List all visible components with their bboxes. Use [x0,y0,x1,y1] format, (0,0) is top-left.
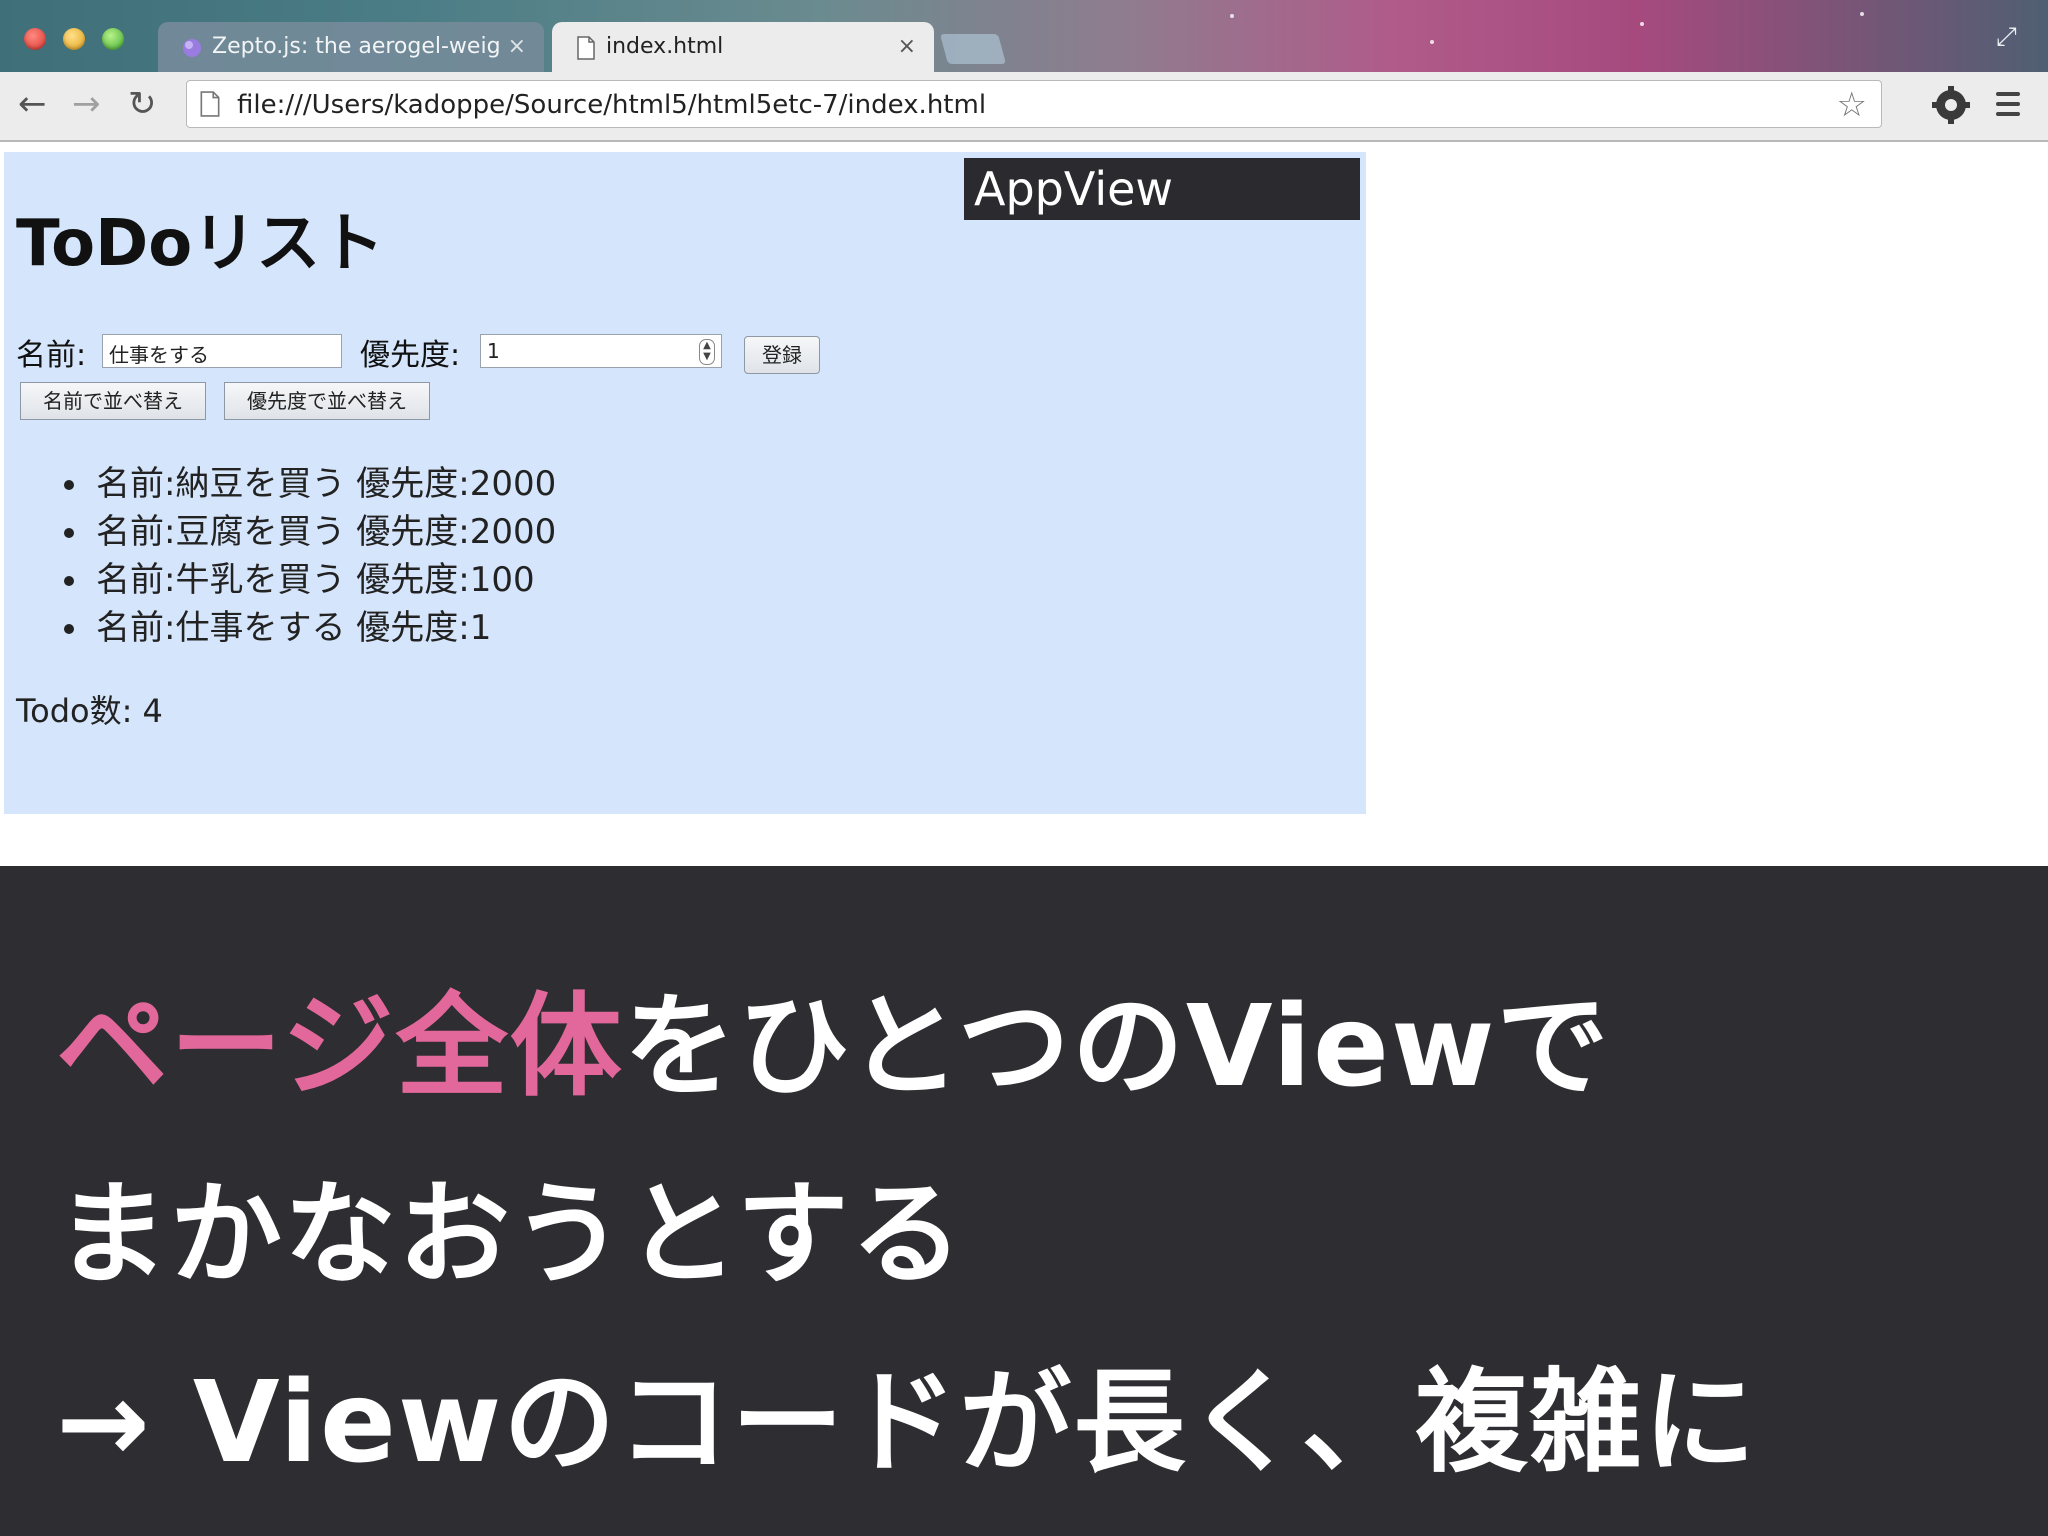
caption-line-1-rest: をひとつのViewで [623,982,1611,1112]
browser-tabstrip: Zepto.js: the aerogel-weig × index.html … [0,0,2048,72]
browser-toolbar: ← → ↻ file:///Users/kadoppe/Source/html5… [0,72,2048,142]
back-button[interactable]: ← [18,84,47,124]
background-sparkle [1430,40,1434,44]
todo-list: 名前:納豆を買う 優先度:2000 名前:豆腐を買う 優先度:2000 名前:牛… [56,460,556,652]
sort-by-priority-button[interactable]: 優先度で並べ替え [224,382,430,420]
tab-zepto[interactable]: Zepto.js: the aerogel-weig × [158,22,544,72]
page-title: ToDoリスト [16,207,385,281]
forward-button[interactable]: → [72,84,101,124]
sort-by-name-button[interactable]: 名前で並べ替え [20,382,206,420]
reload-button[interactable]: ↻ [128,84,157,124]
spinner-icon[interactable]: ▲ ▼ [699,339,715,365]
hamburger-menu-icon[interactable] [1996,92,2020,122]
appview-label: AppView [964,158,1360,220]
window-close-button[interactable] [24,28,46,50]
url-text[interactable]: file:///Users/kadoppe/Source/html5/html5… [237,90,986,120]
tab-close-icon[interactable]: × [898,34,916,59]
address-bar[interactable]: file:///Users/kadoppe/Source/html5/html5… [186,80,1882,128]
register-button[interactable]: 登録 [744,336,820,374]
window-minimize-button[interactable] [63,28,85,50]
zepto-favicon-icon [183,39,201,57]
todo-count: Todo数: 4 [16,692,163,730]
background-sparkle [1860,12,1864,16]
tab-title: Zepto.js: the aerogel-weig [212,34,501,59]
background-sparkle [1230,14,1234,18]
caption-line-1: ページ全体をひとつのViewで [56,956,1610,1118]
list-item: 名前:豆腐を買う 優先度:2000 [56,508,556,556]
document-icon [200,91,220,117]
tab-index-html[interactable]: index.html × [552,22,934,72]
priority-input[interactable]: 1 ▲ ▼ [480,334,722,368]
caption-line-3: → Viewのコードが長く、複雑に [56,1358,1758,1488]
caption-accent: ページ全体 [56,982,624,1112]
list-item: 名前:仕事をする 優先度:1 [56,604,556,652]
background-sparkle [1640,22,1644,26]
settings-gear-icon[interactable] [1932,86,1970,124]
list-item: 名前:納豆を買う 優先度:2000 [56,460,556,508]
caption-line-2: まかなおうとする [56,1170,965,1300]
new-tab-button[interactable] [939,34,1007,64]
name-label: 名前: [16,338,87,373]
fullscreen-icon[interactable]: ⤢ [1996,22,2026,52]
document-icon [577,36,595,60]
list-item: 名前:牛乳を買う 優先度:100 [56,556,556,604]
tab-close-icon[interactable]: × [508,34,526,59]
priority-value: 1 [487,339,500,363]
name-input[interactable]: 仕事をする [102,334,342,368]
slide-caption: ページ全体をひとつのViewで まかなおうとする → Viewのコードが長く、複… [0,866,2048,1536]
window-zoom-button[interactable] [102,28,124,50]
priority-label: 優先度: [360,338,461,373]
tab-title: index.html [606,34,724,59]
bookmark-star-icon[interactable]: ☆ [1837,85,1867,125]
